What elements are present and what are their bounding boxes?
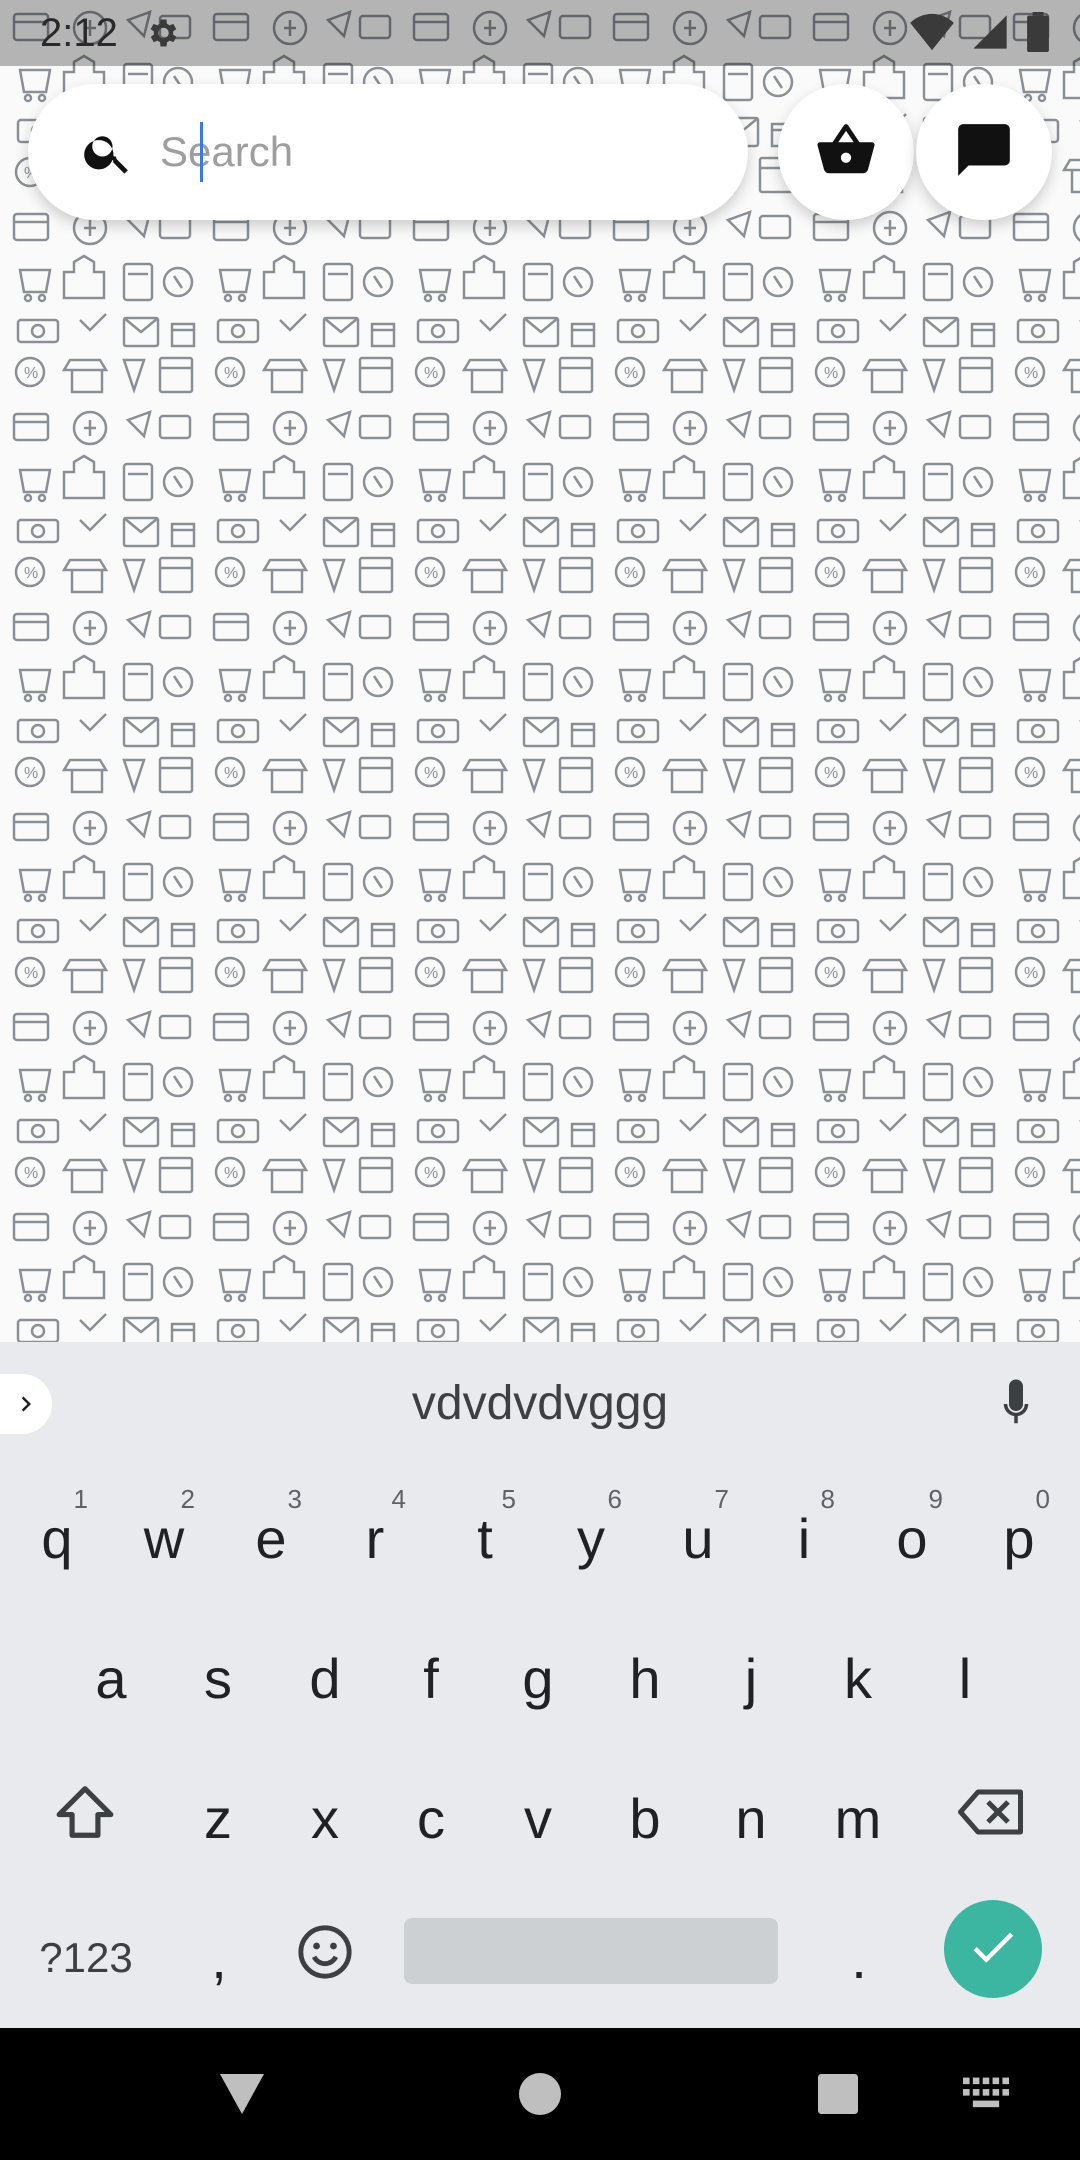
recents-icon[interactable] bbox=[808, 2064, 868, 2124]
key-y[interactable]: y6 bbox=[538, 1468, 644, 1608]
comma-key[interactable]: , bbox=[166, 1888, 272, 2028]
key-c[interactable]: c bbox=[378, 1748, 484, 1888]
key-z[interactable]: z bbox=[165, 1748, 271, 1888]
suggestion-strip: vdvdvdvggg bbox=[0, 1342, 1080, 1464]
status-time: 2:12 bbox=[40, 10, 118, 55]
key-s[interactable]: s bbox=[165, 1608, 271, 1748]
navigation-bar bbox=[0, 2028, 1080, 2160]
basket-button[interactable] bbox=[778, 84, 914, 220]
chat-button[interactable] bbox=[916, 84, 1052, 220]
gear-icon bbox=[142, 13, 182, 53]
backspace-icon bbox=[958, 1786, 1028, 1851]
key-u[interactable]: u7 bbox=[645, 1468, 751, 1608]
key-a[interactable]: a bbox=[58, 1608, 164, 1748]
key-g[interactable]: g bbox=[485, 1608, 591, 1748]
home-icon[interactable] bbox=[510, 2064, 570, 2124]
search-icon[interactable] bbox=[78, 122, 138, 182]
key-e[interactable]: e3 bbox=[218, 1468, 324, 1608]
space-key[interactable] bbox=[404, 1918, 778, 1984]
period-key[interactable]: . bbox=[806, 1888, 912, 2028]
check-icon bbox=[966, 1920, 1020, 1979]
enter-key[interactable] bbox=[944, 1900, 1042, 1998]
key-t[interactable]: t5 bbox=[432, 1468, 538, 1608]
microphone-icon[interactable] bbox=[986, 1374, 1046, 1434]
search-input[interactable] bbox=[158, 111, 748, 193]
key-row-3: z x c v b n m bbox=[0, 1748, 1080, 1888]
key-i[interactable]: i8 bbox=[751, 1468, 857, 1608]
shift-icon bbox=[54, 1783, 116, 1854]
status-bar: 2:12 bbox=[0, 0, 1080, 66]
key-k[interactable]: k bbox=[805, 1608, 911, 1748]
key-row-1: q1 w2 e3 r4 t5 y6 u7 i8 o9 p0 bbox=[0, 1468, 1080, 1608]
cellular-icon bbox=[970, 12, 1010, 57]
key-v[interactable]: v bbox=[485, 1748, 591, 1888]
key-x[interactable]: x bbox=[272, 1748, 378, 1888]
symbols-key[interactable]: ?123 bbox=[22, 1888, 150, 2028]
emoji-key[interactable] bbox=[272, 1888, 378, 2028]
keyboard-switch-icon[interactable] bbox=[956, 2064, 1016, 2124]
suggestion-word[interactable]: vdvdvdvggg bbox=[412, 1376, 668, 1431]
expand-toolbar-button[interactable] bbox=[0, 1374, 52, 1434]
key-w[interactable]: w2 bbox=[111, 1468, 217, 1608]
key-l[interactable]: l bbox=[912, 1608, 1018, 1748]
keyboard: vdvdvdvggg q1 w2 e3 r4 t5 y6 u7 i8 o9 p0… bbox=[0, 1342, 1080, 2028]
key-d[interactable]: d bbox=[272, 1608, 378, 1748]
search-bar[interactable] bbox=[28, 84, 748, 220]
key-r[interactable]: r4 bbox=[322, 1468, 428, 1608]
key-f[interactable]: f bbox=[378, 1608, 484, 1748]
key-m[interactable]: m bbox=[805, 1748, 911, 1888]
basket-icon bbox=[815, 119, 877, 186]
emoji-icon bbox=[296, 1923, 354, 1994]
text-cursor bbox=[200, 122, 203, 182]
wifi-icon bbox=[910, 12, 954, 57]
key-j[interactable]: j bbox=[698, 1608, 804, 1748]
key-p[interactable]: p0 bbox=[966, 1468, 1072, 1608]
key-row-2: a s d f g h j k l bbox=[0, 1608, 1080, 1748]
key-b[interactable]: b bbox=[592, 1748, 698, 1888]
backspace-key[interactable] bbox=[940, 1748, 1046, 1888]
key-h[interactable]: h bbox=[592, 1608, 698, 1748]
key-o[interactable]: o9 bbox=[859, 1468, 965, 1608]
key-q[interactable]: q1 bbox=[4, 1468, 110, 1608]
shift-key[interactable] bbox=[32, 1748, 138, 1888]
battery-icon bbox=[1026, 12, 1050, 57]
back-icon[interactable] bbox=[212, 2064, 272, 2124]
chat-icon bbox=[953, 119, 1015, 186]
key-n[interactable]: n bbox=[698, 1748, 804, 1888]
